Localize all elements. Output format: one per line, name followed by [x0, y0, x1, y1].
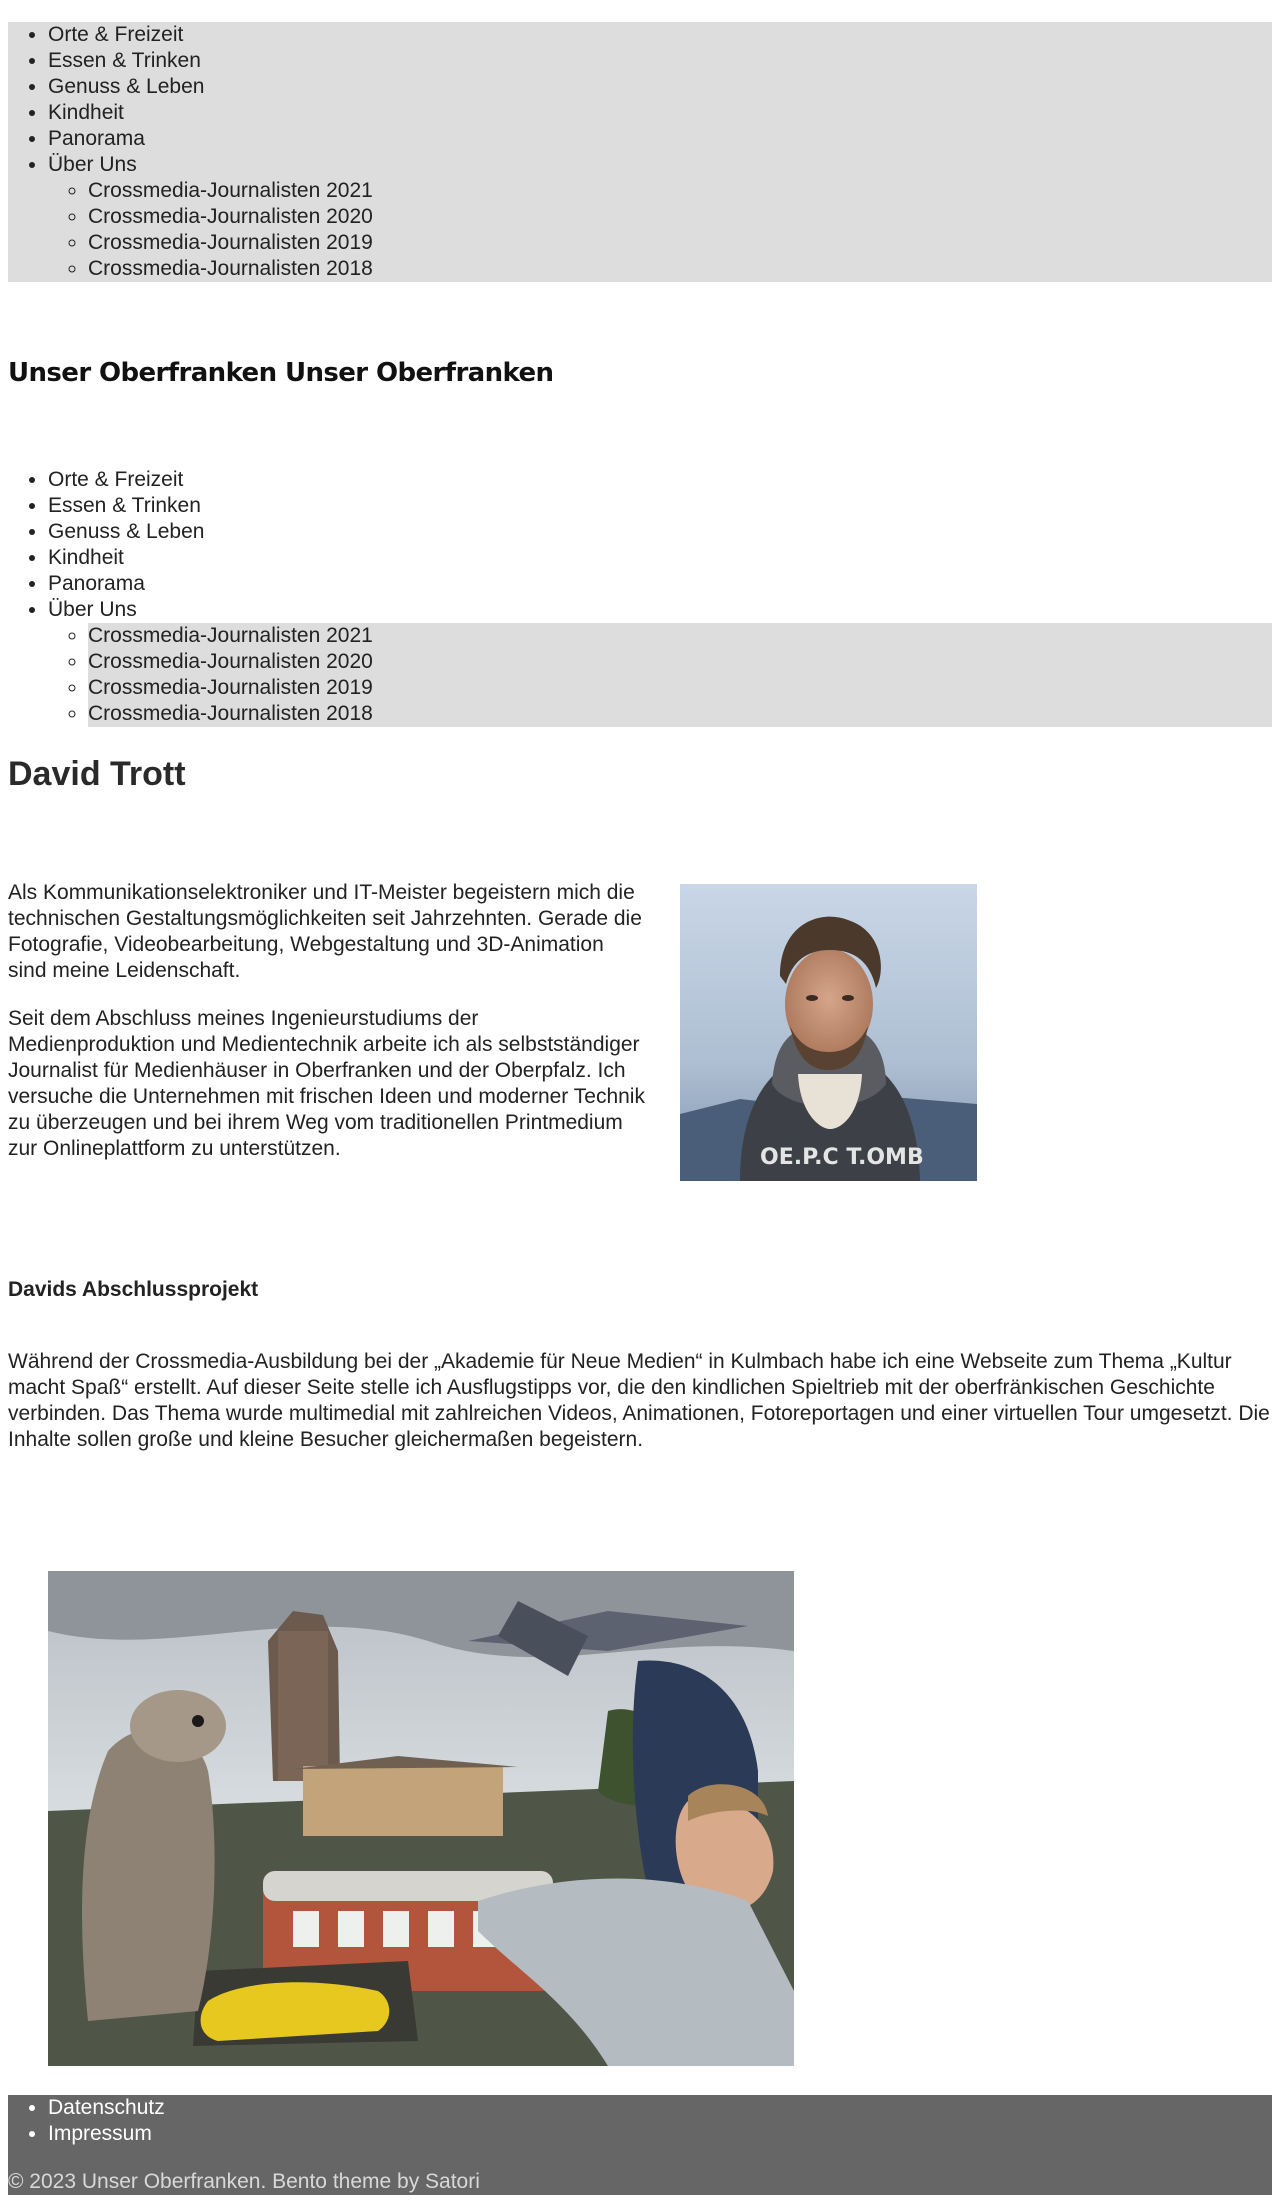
- page-title: David Trott: [8, 755, 186, 793]
- nav-item-panorama[interactable]: Panorama: [48, 571, 1272, 597]
- bio-paragraph: Seit dem Abschluss meines Ingenieurstudi…: [8, 1007, 645, 1160]
- nav-item-essen-trinken[interactable]: Essen & Trinken: [48, 48, 1272, 74]
- submenu-item-2021[interactable]: Crossmedia-Journalisten 2021: [88, 623, 1272, 649]
- footer-link-datenschutz[interactable]: Datenschutz: [48, 2095, 1272, 2121]
- nav-item-genuss-leben[interactable]: Genuss & Leben: [48, 74, 1272, 100]
- nav-item-orte-freizeit[interactable]: Orte & Freizeit: [48, 467, 1272, 493]
- submenu-ueber-uns: Crossmedia-Journalisten 2021 Crossmedia-…: [48, 178, 1272, 282]
- nav-item-essen-trinken[interactable]: Essen & Trinken: [48, 493, 1272, 519]
- bio-text: Als Kommunikationselektroniker und IT-Me…: [8, 880, 648, 1184]
- footer-links: Datenschutz Impressum: [8, 2095, 1272, 2147]
- submenu-item-2020[interactable]: Crossmedia-Journalisten 2020: [88, 649, 1272, 675]
- bio-paragraph: Als Kommunikationselektroniker und IT-Me…: [8, 881, 642, 982]
- submenu-item-2018[interactable]: Crossmedia-Journalisten 2018: [88, 256, 1272, 282]
- nav-item-kindheit[interactable]: Kindheit: [48, 100, 1272, 126]
- nav-item-genuss-leben[interactable]: Genuss & Leben: [48, 519, 1272, 545]
- secondary-navigation: Orte & Freizeit Essen & Trinken Genuss &…: [8, 467, 1272, 727]
- nav-item-orte-freizeit[interactable]: Orte & Freizeit: [48, 22, 1272, 48]
- project-description: Während der Crossmedia-Ausbildung bei de…: [8, 1350, 1270, 1451]
- project-collage-photo: [48, 1571, 794, 2066]
- submenu-item-2019[interactable]: Crossmedia-Journalisten 2019: [88, 230, 1272, 256]
- nav-item-kindheit[interactable]: Kindheit: [48, 545, 1272, 571]
- submenu-ueber-uns: Crossmedia-Journalisten 2021 Crossmedia-…: [48, 623, 1272, 727]
- site-logo[interactable]: Unser Oberfranken Unser Oberfranken: [8, 356, 1272, 392]
- submenu-item-2018[interactable]: Crossmedia-Journalisten 2018: [88, 701, 1272, 727]
- copyright-text: © 2023 Unser Oberfranken. Bento theme by…: [8, 2170, 480, 2193]
- svg-text:OE.P.C T.OMB: OE.P.C T.OMB: [760, 1145, 924, 1170]
- main-navigation: Orte & Freizeit Essen & Trinken Genuss &…: [8, 22, 1272, 282]
- submenu-item-2020[interactable]: Crossmedia-Journalisten 2020: [88, 204, 1272, 230]
- nav-item-ueber-uns[interactable]: Über Uns Crossmedia-Journalisten 2021 Cr…: [48, 597, 1272, 727]
- portrait-photo: OE.P.C T.OMB: [680, 884, 977, 1181]
- submenu-item-2021[interactable]: Crossmedia-Journalisten 2021: [88, 178, 1272, 204]
- footer-link-impressum[interactable]: Impressum: [48, 2121, 1272, 2147]
- nav-item-panorama[interactable]: Panorama: [48, 126, 1272, 152]
- submenu-item-2019[interactable]: Crossmedia-Journalisten 2019: [88, 675, 1272, 701]
- project-heading: Davids Abschlussprojekt: [8, 1278, 259, 1301]
- nav-item-ueber-uns[interactable]: Über Uns Crossmedia-Journalisten 2021 Cr…: [48, 152, 1272, 282]
